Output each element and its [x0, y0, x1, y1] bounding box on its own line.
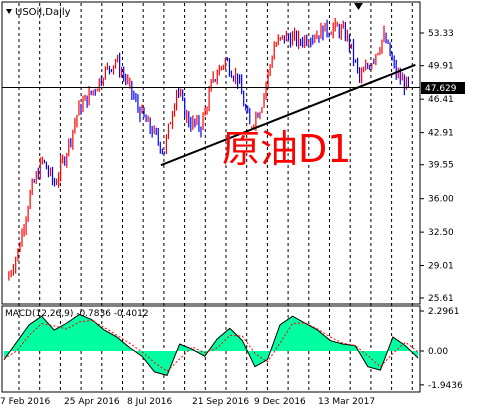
price-pane: [1, 1, 421, 305]
time-tick-label: 25 Apr 2016: [64, 397, 120, 407]
price-tick-label: 25.61: [428, 294, 454, 304]
macd-label: MACD(12,26,9) -0.7836 -0.4012: [5, 309, 149, 319]
chart-title: USOil,Daily: [15, 7, 71, 18]
current-price-value: 47.629: [425, 84, 457, 94]
macd-axis: 2.2961 0.00 -1.9436: [420, 307, 463, 391]
time-tick-label: 9 Dec 2016: [254, 397, 306, 407]
time-tick-label: 21 Sep 2016: [192, 397, 249, 407]
time-tick-label: 8 Jul 2016: [127, 397, 172, 407]
price-tick-label: 32.50: [428, 228, 454, 238]
macd-tick-label: -1.9436: [428, 381, 463, 391]
price-tick-label: 49.91: [428, 62, 454, 72]
price-tick-label: 46.41: [428, 95, 454, 105]
price-axis: 53.33 49.91 46.41 42.91 39.55 36.00 32.50 29.01…: [420, 29, 454, 304]
price-tick-label: 53.33: [428, 29, 454, 39]
time-axis: 7 Feb 2016 25 Apr 2016 8 Jul 2016 21 Sep 20…: [0, 397, 375, 407]
price-tick-label: 42.91: [428, 129, 454, 139]
time-tick-label: 13 Mar 2017: [318, 397, 375, 407]
time-tick-label: 7 Feb 2016: [0, 397, 51, 407]
macd-tick-label: 0.00: [428, 347, 448, 357]
price-tick-label: 39.55: [428, 161, 454, 171]
chart-window: 53.33 49.91 46.41 42.91 39.55 36.00 32.50 29.01…: [0, 1, 465, 407]
overlay-label: 原油D1: [222, 127, 351, 171]
price-tick-label: 36.00: [428, 195, 454, 205]
price-tick-label: 29.01: [428, 261, 454, 271]
macd-tick-label: 2.2961: [428, 307, 460, 317]
